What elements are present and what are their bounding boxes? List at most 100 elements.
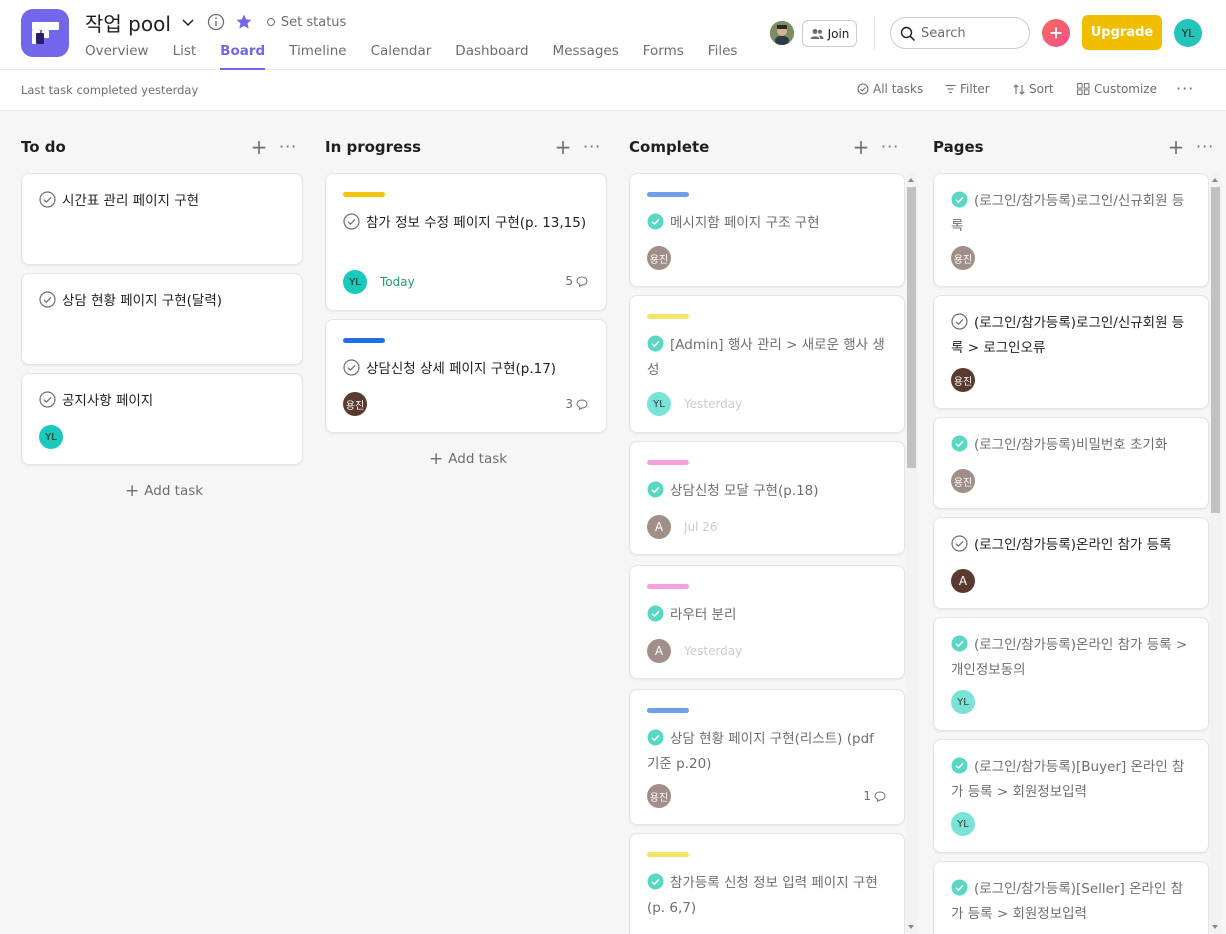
completed-check-icon[interactable]	[647, 213, 664, 237]
join-button[interactable]: Join	[802, 20, 857, 47]
due-date[interactable]: Jul 26	[684, 520, 718, 534]
assignee-avatar[interactable]: YL	[39, 425, 63, 449]
sort-button[interactable]: Sort	[1013, 82, 1054, 96]
assignee-avatar[interactable]: YL	[343, 270, 367, 294]
check-circle-icon[interactable]	[951, 535, 968, 559]
scrollbar-thumb[interactable]	[907, 187, 916, 468]
task-card[interactable]: 메시지함 페이지 구조 구현 용진	[629, 173, 905, 287]
check-circle-icon[interactable]	[343, 359, 360, 383]
check-circle-icon[interactable]	[39, 191, 56, 215]
task-card[interactable]: 시간표 관리 페이지 구현	[21, 173, 303, 265]
add-task-button[interactable]: + Add task	[125, 482, 203, 499]
tab-dashboard[interactable]: Dashboard	[455, 41, 528, 70]
task-card[interactable]: 상담 현황 페이지 구현(달력)	[21, 273, 303, 365]
completed-check-icon[interactable]	[951, 191, 968, 215]
completed-check-icon[interactable]	[951, 879, 968, 903]
assignee-avatar[interactable]: YL	[951, 690, 975, 714]
task-card[interactable]: (로그인/참가등록)온라인 참가 등록 A	[933, 517, 1209, 609]
comment-count[interactable]: 3	[565, 397, 588, 411]
assignee-avatar[interactable]: 용진	[951, 469, 975, 493]
completed-check-icon[interactable]	[647, 729, 664, 753]
task-card[interactable]: 상담 현황 페이지 구현(리스트) (pdf 기준 p.20) 용진 1	[629, 689, 905, 825]
comment-count[interactable]: 1	[863, 789, 886, 803]
assignee-avatar[interactable]: YL	[647, 392, 671, 416]
add-task-plus-icon[interactable]: +	[1166, 137, 1186, 157]
completed-check-icon[interactable]	[647, 873, 664, 897]
tab-board[interactable]: Board	[220, 41, 266, 70]
all-tasks-button[interactable]: All tasks	[857, 82, 923, 96]
assignee-avatar[interactable]: 용진	[951, 246, 975, 270]
task-card[interactable]: [Admin] 행사 관리 > 새로운 행사 생성 YL Yesterday	[629, 295, 905, 433]
tab-list[interactable]: List	[173, 41, 197, 70]
task-card[interactable]: 라우터 분리 A Yesterday	[629, 565, 905, 679]
task-card[interactable]: 공지사항 페이지 YL	[21, 373, 303, 465]
add-task-button[interactable]: + Add task	[429, 450, 507, 467]
comment-count[interactable]: 5	[565, 274, 588, 288]
column-more-icon[interactable]: ···	[1196, 137, 1220, 156]
info-icon[interactable]	[207, 13, 225, 31]
tab-files[interactable]: Files	[708, 41, 738, 70]
scroll-up-arrow[interactable]	[908, 178, 914, 182]
completed-check-icon[interactable]	[951, 757, 968, 781]
tab-timeline[interactable]: Timeline	[289, 41, 346, 70]
column-more-icon[interactable]: ···	[279, 137, 303, 156]
tab-calendar[interactable]: Calendar	[371, 41, 432, 70]
check-circle-icon[interactable]	[343, 213, 360, 237]
more-options-icon[interactable]: ···	[1176, 79, 1194, 98]
star-icon[interactable]	[235, 13, 253, 31]
chevron-down-icon[interactable]	[181, 15, 195, 29]
scroll-down-arrow[interactable]	[1212, 925, 1218, 929]
scroll-up-arrow[interactable]	[1212, 178, 1218, 182]
assignee-avatar[interactable]: 용진	[951, 368, 975, 392]
customize-button[interactable]: Customize	[1077, 82, 1157, 96]
user-avatar[interactable]: YL	[1174, 19, 1202, 47]
task-card[interactable]: (로그인/참가등록)[Seller] 온라인 참가 등록 > 회원정보입력	[933, 861, 1209, 934]
upgrade-button[interactable]: Upgrade	[1082, 15, 1162, 50]
task-card[interactable]: (로그인/참가등록)로그인/신규회원 등록 용진	[933, 173, 1209, 287]
completed-check-icon[interactable]	[647, 481, 664, 505]
assignee-avatar[interactable]: YL	[951, 812, 975, 836]
due-date[interactable]: Today	[380, 275, 415, 289]
task-card[interactable]: (로그인/참가등록)비밀번호 초기화 용진	[933, 417, 1209, 509]
task-card[interactable]: 참가 정보 수정 페이지 구현(p. 13,15) YL Today 5	[325, 173, 607, 311]
project-icon[interactable]	[21, 9, 69, 57]
task-card[interactable]: 상담신청 모달 구현(p.18) A Jul 26	[629, 441, 905, 555]
member-avatar[interactable]	[770, 21, 794, 45]
check-circle-icon[interactable]	[951, 313, 968, 337]
column-scrollbar[interactable]	[906, 173, 917, 934]
assignee-avatar[interactable]: 용진	[343, 392, 367, 416]
assignee-avatar[interactable]: A	[647, 515, 671, 539]
tab-overview[interactable]: Overview	[85, 41, 149, 70]
completed-check-icon[interactable]	[647, 605, 664, 629]
add-task-plus-icon[interactable]: +	[851, 137, 871, 157]
tab-messages[interactable]: Messages	[553, 41, 619, 70]
task-card[interactable]: (로그인/참가등록)[Buyer] 온라인 참가 등록 > 회원정보입력 YL	[933, 739, 1209, 853]
task-card[interactable]: 상담신청 상세 페이지 구현(p.17) 용진 3	[325, 319, 607, 433]
add-task-plus-icon[interactable]: +	[553, 137, 573, 157]
task-card[interactable]: (로그인/참가등록)로그인/신규회원 등록 > 로그인오류 용진	[933, 295, 1209, 409]
check-circle-icon[interactable]	[39, 391, 56, 415]
scroll-down-arrow[interactable]	[908, 925, 914, 929]
scrollbar-thumb[interactable]	[1211, 187, 1220, 513]
quick-add-button[interactable]	[1042, 19, 1070, 47]
tab-forms[interactable]: Forms	[643, 41, 684, 70]
assignee-avatar[interactable]: A	[951, 569, 975, 593]
column-scrollbar[interactable]	[1210, 173, 1221, 934]
assignee-avatar[interactable]: 용진	[647, 246, 671, 270]
due-date[interactable]: Yesterday	[684, 397, 742, 411]
check-circle-icon[interactable]	[39, 291, 56, 315]
add-task-plus-icon[interactable]: +	[249, 137, 269, 157]
project-title[interactable]: 작업 pool	[85, 8, 171, 37]
task-card[interactable]: 참가등록 신청 정보 입력 페이지 구현(p. 6,7)	[629, 833, 905, 934]
search-input[interactable]: Search	[890, 17, 1030, 49]
assignee-avatar[interactable]: A	[647, 639, 671, 663]
task-card[interactable]: (로그인/참가등록)온라인 참가 등록 > 개인정보동의 YL	[933, 617, 1209, 731]
due-date[interactable]: Yesterday	[684, 644, 742, 658]
column-more-icon[interactable]: ···	[881, 137, 905, 156]
completed-check-icon[interactable]	[951, 635, 968, 659]
completed-check-icon[interactable]	[647, 335, 664, 359]
column-more-icon[interactable]: ···	[583, 137, 607, 156]
set-status-button[interactable]: Set status	[266, 15, 346, 30]
completed-check-icon[interactable]	[951, 435, 968, 459]
filter-button[interactable]: Filter	[945, 82, 990, 96]
